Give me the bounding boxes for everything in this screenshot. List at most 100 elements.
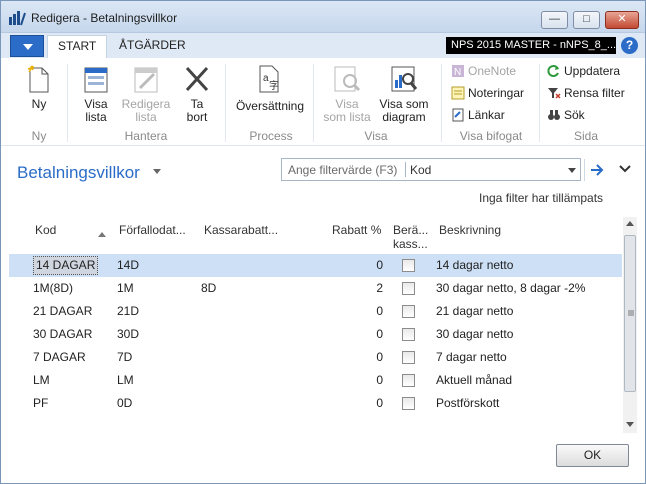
translation-label: Översättning <box>235 99 305 113</box>
clear-filter-button[interactable]: Rensa filter <box>547 84 625 102</box>
apply-filter-button[interactable] <box>584 159 608 181</box>
cell-description[interactable]: 30 dagar netto <box>436 327 513 341</box>
cell-description[interactable]: Postförskott <box>436 396 499 410</box>
ribbon-separator <box>441 64 442 142</box>
group-label-page: Sida <box>573 129 599 143</box>
table-row[interactable]: 1M(8D) 1M 8D 2 30 dagar netto, 8 dagar -2% <box>9 277 622 300</box>
calc-discount-checkbox[interactable] <box>402 397 415 410</box>
cell-code[interactable]: LM <box>33 373 50 387</box>
minimize-button[interactable]: — <box>541 11 568 29</box>
app-menu-button[interactable] <box>10 35 44 57</box>
chevron-down-icon[interactable] <box>153 169 161 174</box>
ribbon-separator <box>225 64 226 142</box>
cell-due-date[interactable]: 30D <box>117 327 139 341</box>
edit-list-button[interactable]: Redigera lista <box>119 64 173 124</box>
new-document-icon <box>27 65 49 93</box>
table-row[interactable]: 21 DAGAR 21D 0 21 dagar netto <box>9 300 622 323</box>
cell-discount-pct[interactable]: 2 <box>343 281 383 295</box>
calc-discount-checkbox[interactable] <box>402 305 415 318</box>
cell-code[interactable]: 1M(8D) <box>33 281 73 295</box>
arrow-right-icon <box>591 164 604 176</box>
cell-code[interactable]: 30 DAGAR <box>33 327 92 341</box>
cell-due-date[interactable]: 0D <box>117 396 132 410</box>
translation-button[interactable]: a 字 Översättning <box>233 64 307 113</box>
column-header-due-date[interactable]: Förfallodat... <box>119 223 186 237</box>
column-header-description[interactable]: Beskrivning <box>439 223 501 237</box>
show-as-list-button[interactable]: Visa som lista <box>319 64 375 124</box>
cell-description[interactable]: 14 dagar netto <box>436 258 513 272</box>
calc-discount-checkbox[interactable] <box>402 374 415 387</box>
cell-description[interactable]: 21 dagar netto <box>436 304 513 318</box>
cell-due-date[interactable]: 14D <box>117 258 139 272</box>
cell-discount-pct[interactable]: 0 <box>343 327 383 341</box>
ok-button[interactable]: OK <box>556 444 629 467</box>
calc-discount-checkbox[interactable] <box>402 282 415 295</box>
refresh-button[interactable]: Uppdatera <box>547 62 620 80</box>
scroll-up-icon[interactable] <box>626 221 634 226</box>
close-button[interactable]: ✕ <box>605 11 639 29</box>
scroll-down-icon[interactable] <box>626 422 634 427</box>
cell-code[interactable]: 21 DAGAR <box>33 304 92 318</box>
cell-discount-pct[interactable]: 0 <box>343 350 383 364</box>
cell-due-date[interactable]: 7D <box>117 350 132 364</box>
calc-discount-checkbox[interactable] <box>402 328 415 341</box>
calc-discount-checkbox[interactable] <box>402 351 415 364</box>
table-row[interactable]: PF 0D 0 Postförskott <box>9 392 622 415</box>
table-row[interactable]: 14 DAGAR 14D 0 14 dagar netto <box>9 254 622 277</box>
scrollbar-thumb[interactable] <box>624 235 636 392</box>
filter-field-select[interactable]: Kod <box>410 163 431 177</box>
links-label: Länkar <box>468 108 505 122</box>
app-logo-icon <box>9 11 26 26</box>
clear-filter-label: Rensa filter <box>564 86 625 100</box>
calc-discount-checkbox[interactable] <box>402 259 415 272</box>
delete-button[interactable]: Ta bort <box>179 64 215 124</box>
cell-due-date[interactable]: 1M <box>117 281 134 295</box>
notes-button[interactable]: Noteringar <box>451 84 524 102</box>
view-list-label-1: Visa <box>84 97 108 111</box>
cell-code[interactable]: 14 DAGAR <box>33 256 99 275</box>
collapse-chevron-icon[interactable] <box>619 165 631 173</box>
cell-due-date[interactable]: LM <box>117 373 134 387</box>
table-row[interactable]: 30 DAGAR 30D 0 30 dagar netto <box>9 323 622 346</box>
cell-discount-date[interactable]: 8D <box>201 281 216 295</box>
links-button[interactable]: Länkar <box>451 106 505 124</box>
table-row[interactable]: LM LM 0 Aktuell månad <box>9 369 622 392</box>
cell-description[interactable]: Aktuell månad <box>436 373 512 387</box>
view-list-label-2: lista <box>85 110 107 124</box>
ribbon-separator <box>313 64 314 142</box>
cell-due-date[interactable]: 21D <box>117 304 139 318</box>
column-header-code[interactable]: Kod <box>35 223 56 237</box>
cell-discount-pct[interactable]: 0 <box>343 258 383 272</box>
tab-start[interactable]: START <box>47 35 108 58</box>
column-header-calc-discount[interactable]: Berä... kass... <box>393 223 428 251</box>
new-button[interactable]: Ny <box>23 64 55 111</box>
cell-code[interactable]: 7 DAGAR <box>33 350 86 364</box>
vertical-scrollbar[interactable] <box>623 217 637 433</box>
column-header-discount-date[interactable]: Kassarabatt... <box>204 223 278 237</box>
cell-discount-pct[interactable]: 0 <box>343 373 383 387</box>
tab-actions[interactable]: ÅTGÄRDER <box>109 35 196 58</box>
cell-description[interactable]: 7 dagar netto <box>436 350 507 364</box>
delete-label-1: Ta <box>190 97 204 111</box>
find-button[interactable]: Sök <box>547 106 585 124</box>
help-icon[interactable]: ? <box>621 37 638 54</box>
cell-discount-pct[interactable]: 0 <box>343 304 383 318</box>
view-list-button[interactable]: Visa lista <box>77 64 115 124</box>
title-bar[interactable]: Redigera - Betalningsvillkor — □ ✕ <box>1 1 645 33</box>
dropdown-arrow-icon[interactable] <box>568 168 576 173</box>
filter-input[interactable]: Ange filtervärde (F3) Kod <box>281 158 581 181</box>
cell-description[interactable]: 30 dagar netto, 8 dagar -2% <box>436 281 585 295</box>
filter-placeholder: Ange filtervärde (F3) <box>288 163 398 177</box>
edit-list-label-2: lista <box>135 110 157 124</box>
new-label: Ny <box>31 97 47 111</box>
page-title[interactable]: Betalningsvillkor <box>17 163 140 183</box>
cell-discount-pct[interactable]: 0 <box>343 396 383 410</box>
list-magnifier-icon <box>334 66 361 92</box>
show-as-list-label-1: Visa <box>335 97 359 111</box>
table-row[interactable]: 7 DAGAR 7D 0 7 dagar netto <box>9 346 622 369</box>
cell-code[interactable]: PF <box>33 396 48 410</box>
column-header-discount-pct[interactable]: Rabatt % <box>332 223 381 237</box>
show-as-chart-button[interactable]: Visa som diagram <box>377 64 431 124</box>
onenote-button[interactable]: N OneNote <box>451 62 516 80</box>
maximize-button[interactable]: □ <box>573 11 600 29</box>
